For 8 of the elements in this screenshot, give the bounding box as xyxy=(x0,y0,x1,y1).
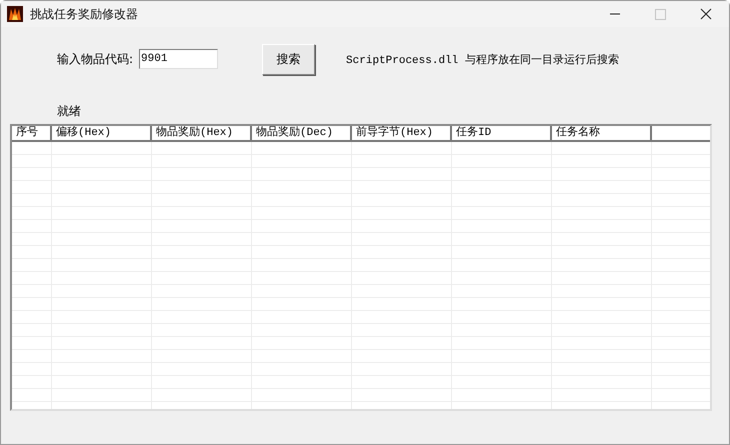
window-title: 挑战任务奖励修改器 xyxy=(30,6,138,22)
search-button[interactable]: 搜索 xyxy=(262,44,316,74)
instruction-text: ScriptProcess.dll 与程序放在同一目录运行后搜索 xyxy=(346,52,619,66)
item-code-label: 输入物品代码: xyxy=(57,50,134,68)
flame-logo-icon xyxy=(7,6,23,22)
status-text: 就绪 xyxy=(57,103,82,119)
close-icon[interactable] xyxy=(700,8,712,20)
item-code-field[interactable]: 9901 xyxy=(139,49,218,69)
